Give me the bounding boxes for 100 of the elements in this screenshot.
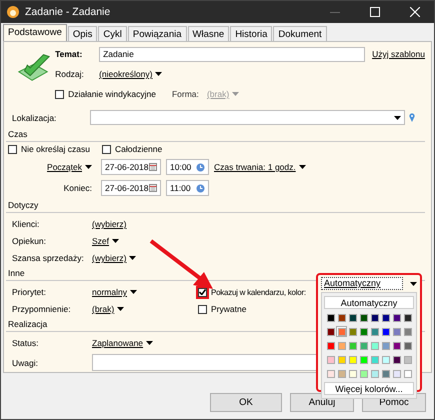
tab[interactable]: Powiązania [128,26,186,41]
color-swatch[interactable] [369,354,380,365]
color-swatch[interactable] [391,354,402,365]
section-title: Czas [8,129,28,139]
task-check-icon [15,52,52,84]
color-swatch[interactable] [380,340,391,351]
color-swatch[interactable] [402,354,413,365]
color-swatch[interactable] [325,312,336,323]
dropdown-link[interactable]: Początek [47,162,92,172]
dropdown-link[interactable]: (wybierz) [92,219,126,229]
time-field[interactable]: 10:00 [166,159,209,175]
color-swatch[interactable] [347,340,358,351]
date-field[interactable]: 27-06-2018 [101,159,161,175]
dropdown-link[interactable]: normalny [92,287,198,297]
color-swatch[interactable] [358,326,369,337]
dropdown-link[interactable]: (nieokreślony) [99,69,162,79]
color-swatch[interactable] [369,326,380,337]
color-swatch[interactable] [380,368,391,379]
caret-icon [129,256,136,260]
color-swatch[interactable] [347,354,358,365]
tab[interactable]: Dokument [273,26,327,41]
tab[interactable]: Cykl [98,26,127,41]
color-swatch[interactable] [380,354,391,365]
color-swatch[interactable] [358,354,369,365]
color-swatch[interactable] [391,326,402,337]
color-swatch[interactable] [402,368,413,379]
clock-icon [196,162,205,172]
caret-icon [117,307,124,311]
caret-icon [410,282,417,286]
color-swatch[interactable] [325,368,336,379]
color-swatch[interactable] [369,340,380,351]
dropdown-link[interactable]: Szef [92,236,120,246]
caret-icon [232,92,240,96]
close-icon [410,7,420,17]
tab[interactable]: Własne [188,26,230,41]
color-swatch[interactable] [325,354,336,365]
caret-icon [130,290,137,294]
checkbox[interactable] [102,144,111,154]
field-label: Status: [12,338,40,348]
color-swatch[interactable] [391,368,402,379]
checkbox[interactable] [55,90,64,98]
color-swatch[interactable] [325,340,336,351]
color-swatch[interactable] [402,312,413,323]
field-label: Temat: [55,49,84,59]
tab[interactable]: Opis [68,26,98,41]
color-swatch[interactable] [369,312,380,323]
subject-field[interactable]: Zadanie [99,46,366,62]
color-swatch[interactable] [402,340,413,351]
checkbox-label: Prywatne [211,304,246,314]
checkbox[interactable] [198,304,207,314]
checkmark-icon [199,289,206,295]
dropdown-link[interactable]: (brak) [92,304,198,314]
caret-icon [146,341,154,345]
calendar-icon [149,163,157,171]
color-combo-field[interactable]: Automatyczny [321,277,403,290]
time-field[interactable]: 11:00 [166,180,209,196]
dialog-button[interactable]: OK [210,393,282,412]
color-swatch[interactable] [347,326,358,337]
date-field[interactable]: 27-06-2018 [101,180,161,196]
color-swatch[interactable] [369,368,380,379]
color-swatch[interactable] [380,312,391,323]
color-swatch[interactable] [391,312,402,323]
checkbox[interactable] [8,144,17,154]
color-swatch[interactable] [391,340,402,351]
field-label: Opiekun: [12,236,48,246]
tab[interactable]: Podstawowe [3,24,67,41]
field-label: Priorytet: [12,287,48,297]
color-swatch[interactable] [358,368,369,379]
color-swatch[interactable] [336,354,347,365]
color-swatch[interactable] [380,326,391,337]
color-swatch[interactable] [325,326,336,337]
field-label: Uwagi: [12,358,39,368]
color-swatch[interactable] [347,368,358,379]
dropdown-link[interactable]: (wybierz) [92,253,136,263]
color-swatch[interactable] [336,340,347,351]
calendar-icon [149,184,157,192]
field-label: Przypomnienie: [12,304,72,314]
color-swatch[interactable] [336,326,347,337]
checkbox-label: Pokazuj w kalendarzu, kolor: [211,288,306,296]
location-field[interactable] [90,110,405,125]
clock-icon [196,184,205,192]
maximize-icon [370,7,380,17]
more-colors-button[interactable]: Więcej kolorów... [324,382,414,395]
dropdown-link[interactable]: Zaplanowane [92,338,154,348]
color-swatch[interactable] [358,340,369,351]
color-swatch[interactable] [336,312,347,323]
color-swatch[interactable] [336,368,347,379]
template-link[interactable]: Użyj szablonu [372,49,425,59]
dropdown-link[interactable]: Czas trwania: 1 godz. [214,162,306,172]
location-pin-icon [409,113,415,122]
checkbox-label: Nie określaj czasu [21,144,90,154]
color-swatch[interactable] [402,326,413,337]
checkbox-label: Całodzienne [114,144,162,154]
automatic-color-button[interactable]: Automatyczny [324,296,414,309]
color-swatch[interactable] [347,312,358,323]
checkbox[interactable] [198,288,207,296]
pointer-arrow [149,239,215,291]
color-swatch[interactable] [358,312,369,323]
tab[interactable]: Historia [230,26,272,41]
field-label: Szansa sprzedaży: [12,253,85,263]
